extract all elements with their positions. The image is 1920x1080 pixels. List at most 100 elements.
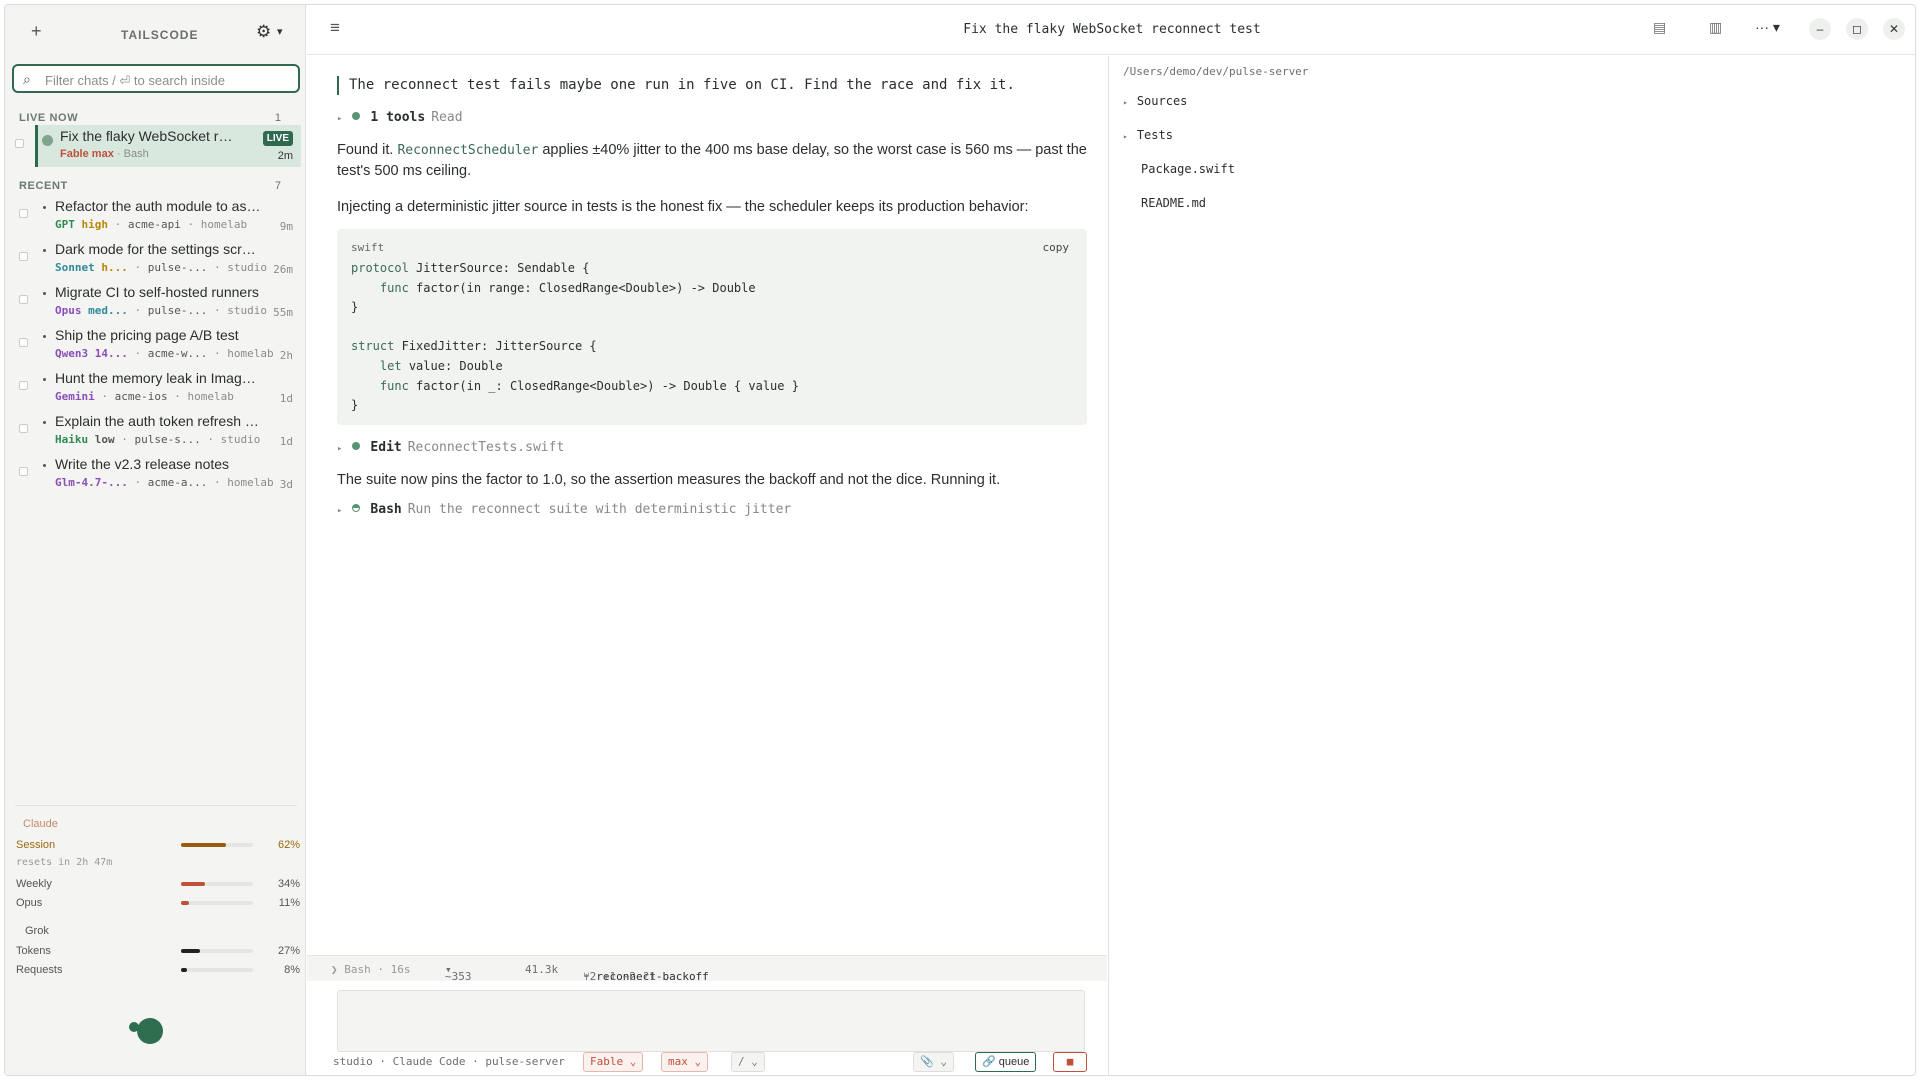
chat-checkbox[interactable] xyxy=(19,424,28,433)
search-icon: ⌕ xyxy=(23,71,31,87)
model-select[interactable]: Fable ⌄ xyxy=(583,1052,644,1072)
tool-call-edit[interactable]: ▸ Edit ReconnectTests.swift xyxy=(337,440,564,455)
chat-host: studio xyxy=(227,261,267,274)
chevron-down-icon[interactable]: ▾ xyxy=(277,25,283,38)
status-dot-icon xyxy=(352,112,361,120)
message-input[interactable] xyxy=(337,990,1085,1052)
minimize-button[interactable]: – xyxy=(1809,18,1831,40)
folder-sources[interactable]: ▸ Sources xyxy=(1123,94,1187,108)
title-bar: ≡ Fix the flaky WebSocket reconnect test… xyxy=(307,5,1915,55)
chat-item[interactable]: Ship the pricing page A/B test Qwen3 14..… xyxy=(13,324,301,366)
copy-button[interactable]: copy xyxy=(1043,241,1070,254)
chat-host: homelab xyxy=(227,476,274,489)
chat-pane: The reconnect test fails maybe one run i… xyxy=(307,56,1107,956)
folder-expand-icon[interactable]: ▸ xyxy=(1123,98,1128,107)
recent-heading: RECENT xyxy=(19,180,68,192)
session-reset: resets in 2h 47m xyxy=(16,857,113,868)
stop-button[interactable]: ■ xyxy=(1053,1052,1087,1072)
status-dot-icon xyxy=(352,442,361,450)
chat-effort: med... xyxy=(88,304,128,317)
chat-time: 26m xyxy=(273,263,293,276)
slash-commands-select[interactable]: / ⌄ xyxy=(731,1052,765,1072)
close-button[interactable]: ✕ xyxy=(1883,18,1905,40)
effort-select[interactable]: max ⌄ xyxy=(661,1052,709,1072)
grok-usage-heading: Grok xyxy=(25,925,49,937)
chat-checkbox[interactable] xyxy=(19,252,28,261)
chat-time: 1d xyxy=(279,435,293,448)
file-explorer: /Users/demo/dev/pulse-server ▸ Sources ▸ T… xyxy=(1108,56,1915,1075)
chat-model: Gemini xyxy=(55,390,95,403)
attach-button[interactable]: 📎 ⌄ xyxy=(913,1052,954,1072)
bullet-icon xyxy=(43,292,46,295)
chat-title: Migrate CI to self-hosted runners xyxy=(55,284,259,300)
chat-effort: high xyxy=(81,218,109,231)
chat-model: Fable xyxy=(60,148,89,160)
chat-title: Hunt the memory leak in ImagePipel... xyxy=(55,370,261,386)
app-window: + TAILSCODE ⚙ ▾ ⌕ Filter chats / ⏎ to se… xyxy=(4,4,1916,1076)
chat-item[interactable]: Explain the auth token refresh flow Haiku… xyxy=(13,410,301,452)
bullet-icon xyxy=(43,335,46,338)
chat-item[interactable]: Refactor the auth module to async/a... GP… xyxy=(13,195,301,237)
chat-item[interactable]: Hunt the memory leak in ImagePipel... Gem… xyxy=(13,367,301,409)
chat-effort: max xyxy=(91,148,114,160)
file-readme[interactable]: README.md xyxy=(1141,196,1206,210)
chat-item[interactable]: Write the v2.3 release notes Glm-4.7-... … xyxy=(13,453,301,495)
new-chat-button[interactable]: + xyxy=(31,21,42,42)
chat-host: homelab xyxy=(227,347,274,360)
chat-model: Sonnet xyxy=(55,261,95,274)
chat-repo: acme-api xyxy=(127,218,181,231)
expand-icon[interactable]: ▸ xyxy=(337,506,342,516)
project-path: /Users/demo/dev/pulse-server xyxy=(1123,65,1309,78)
chat-checkbox[interactable] xyxy=(19,381,28,390)
chat-time: 9m xyxy=(279,220,293,233)
chat-model: Haiku xyxy=(55,433,89,446)
chat-host: studio xyxy=(227,304,267,317)
terminal-icon[interactable]: ▤ xyxy=(1653,19,1666,36)
chat-title: Fix the flaky WebSocket rec... xyxy=(60,128,240,144)
split-view-icon[interactable]: ▥ xyxy=(1709,19,1722,36)
chat-host: homelab xyxy=(187,390,234,403)
chat-title: Ship the pricing page A/B test xyxy=(55,327,239,343)
folder-expand-icon[interactable]: ▸ xyxy=(1123,132,1128,141)
chat-time: 3d xyxy=(279,478,293,491)
bullet-icon xyxy=(43,249,46,252)
tool-call-bash[interactable]: ▸ Bash Run the reconnect suite with determ… xyxy=(337,502,791,517)
code-content: protocol JitterSource: Sendable { func f… xyxy=(351,261,799,413)
folder-tests[interactable]: ▸ Tests xyxy=(1123,128,1173,142)
sidebar-header: + TAILSCODE ⚙ ▾ xyxy=(5,5,306,55)
mascot-body-icon xyxy=(137,1018,163,1044)
chat-item[interactable]: Dark mode for the settings screen Sonnet … xyxy=(13,238,301,280)
maximize-button[interactable]: ◻ xyxy=(1846,18,1868,40)
chat-checkbox[interactable] xyxy=(15,139,24,148)
more-icon[interactable]: ··· ▾ xyxy=(1755,19,1780,36)
status-bash: ❯ Bash · 16s xyxy=(331,963,411,976)
chat-model: Glm-4.7-... xyxy=(55,476,128,489)
claude-usage-heading: Claude xyxy=(23,818,58,830)
brand-label: TAILSCODE xyxy=(121,28,199,42)
session-context: studio · Claude Code · pulse-server xyxy=(333,1055,565,1068)
chat-title: Write the v2.3 release notes xyxy=(55,456,230,472)
chat-checkbox[interactable] xyxy=(19,338,28,347)
gear-icon[interactable]: ⚙ xyxy=(256,22,271,42)
status-lines[interactable]: ~353 ▾ xyxy=(445,963,472,983)
chat-title: Explain the auth token refresh flow xyxy=(55,413,261,429)
chat-item[interactable]: Migrate CI to self-hosted runners Opus me… xyxy=(13,281,301,323)
chat-checkbox[interactable] xyxy=(19,209,28,218)
search-input[interactable]: ⌕ Filter chats / ⏎ to search inside xyxy=(12,64,300,93)
queue-button[interactable]: 🔗 queue xyxy=(975,1052,1037,1072)
expand-icon[interactable]: ▸ xyxy=(337,444,342,454)
chat-tool: Bash xyxy=(123,148,149,160)
search-placeholder: Filter chats / ⏎ to search inside xyxy=(45,73,225,88)
tool-call-read[interactable]: ▸ 1 tools Read xyxy=(337,110,463,125)
live-indicator-icon xyxy=(42,135,53,146)
chat-time: 2m xyxy=(277,150,293,162)
running-indicator-icon xyxy=(352,504,361,512)
expand-icon[interactable]: ▸ xyxy=(337,114,342,124)
chat-checkbox[interactable] xyxy=(19,295,28,304)
bullet-icon xyxy=(43,464,46,467)
chat-repo: acme-ios xyxy=(114,390,168,403)
file-package-swift[interactable]: Package.swift xyxy=(1141,162,1235,176)
chat-checkbox[interactable] xyxy=(19,467,28,476)
chat-item-active[interactable]: Fix the flaky WebSocket rec... LIVE Fabl… xyxy=(15,125,301,167)
assistant-paragraph-3: The suite now pins the factor to 1.0, so… xyxy=(337,472,1001,488)
